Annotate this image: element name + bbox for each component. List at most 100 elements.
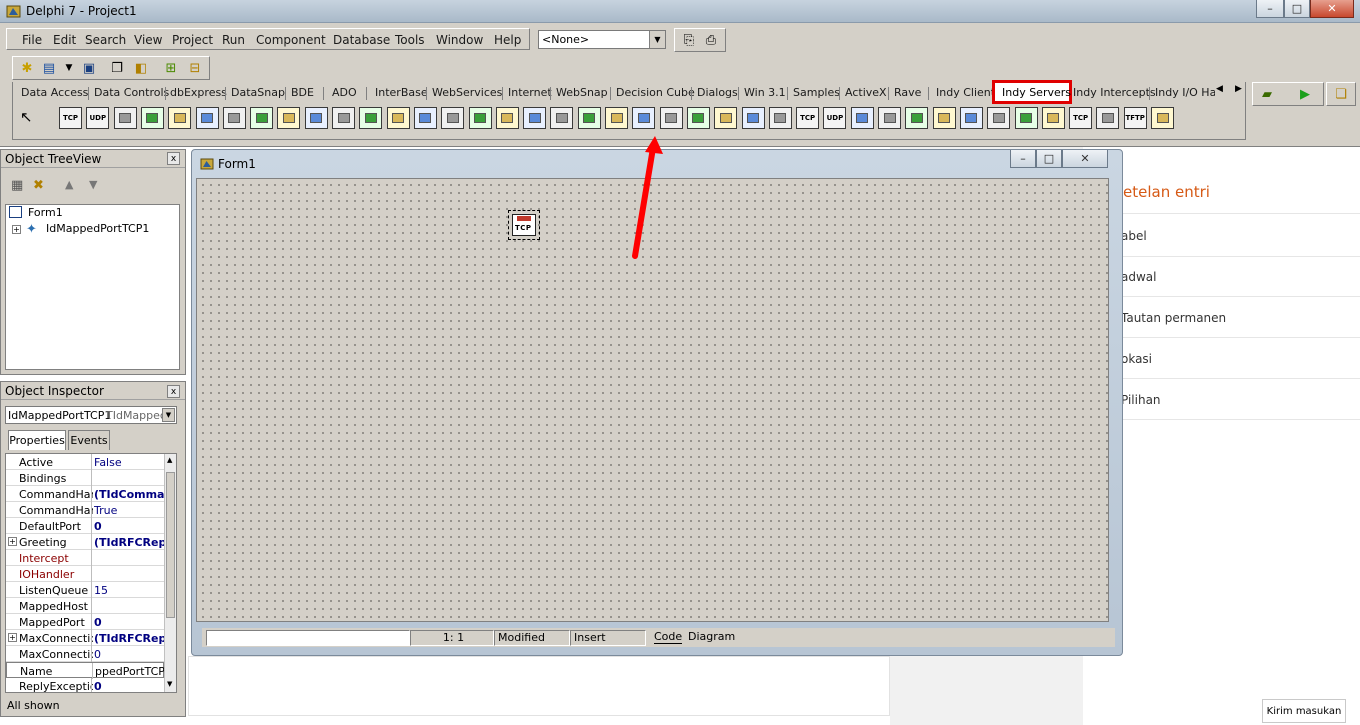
palette-component-icon[interactable]: UDP — [823, 107, 847, 129]
tree-node-form1[interactable]: Form1 — [28, 206, 63, 219]
expand-icon[interactable]: + — [12, 225, 21, 234]
tree-toolbar-icon[interactable]: ▦ — [11, 178, 23, 193]
save-desktop-icon[interactable]: ⎘ — [679, 31, 699, 49]
palette-component-icon[interactable] — [140, 107, 164, 129]
palette-component-icon[interactable]: TCP — [59, 107, 82, 129]
palette-tab-indy-servers[interactable]: Indy Servers — [992, 80, 1072, 104]
palette-component-icon[interactable] — [605, 107, 628, 129]
palette-component-icon[interactable] — [168, 107, 192, 129]
remove-file-icon[interactable]: ⊟ — [185, 59, 205, 77]
palette-tab-bde[interactable]: BDE — [291, 86, 314, 101]
web-item-options[interactable]: Pilihan — [1121, 393, 1161, 407]
tab-scroll-right-icon[interactable]: ▶ — [1235, 84, 1242, 94]
palette-component-icon[interactable]: TFTP — [1123, 107, 1147, 129]
property-row[interactable]: Active False — [6, 454, 164, 470]
menu-help[interactable]: Help — [494, 33, 521, 47]
palette-component-icon[interactable] — [932, 107, 956, 129]
web-item-location[interactable]: okasi — [1121, 352, 1152, 366]
palette-component-icon[interactable] — [413, 107, 437, 129]
tab-events[interactable]: Events — [68, 430, 110, 450]
palette-component-icon[interactable] — [959, 107, 983, 129]
open-icon[interactable]: ▤ — [39, 59, 59, 77]
palette-component-icon[interactable] — [277, 107, 301, 129]
menu-view[interactable]: View — [134, 33, 162, 47]
delete-icon[interactable]: ✖ — [33, 178, 44, 193]
property-row[interactable]: IOHandler — [6, 566, 164, 582]
arrow-down-icon[interactable]: ▼ — [89, 178, 97, 191]
open-dropdown-icon[interactable]: ▼ — [59, 59, 79, 77]
palette-component-icon[interactable] — [495, 107, 519, 129]
new-icon[interactable]: ✱ — [17, 59, 37, 77]
close-button[interactable]: ✕ — [1310, 0, 1354, 18]
menu-tools[interactable]: Tools — [395, 33, 425, 47]
pointer-tool-icon[interactable]: ↖ — [20, 108, 33, 126]
palette-tab-rave[interactable]: Rave — [894, 86, 921, 101]
palette-tab-interbase[interactable]: InterBase — [375, 86, 428, 101]
feedback-button[interactable]: Kirim masukan — [1262, 699, 1346, 723]
save-all-icon[interactable]: ❐ — [107, 59, 127, 77]
property-row[interactable]: MappedPort 0 — [6, 614, 164, 630]
minimize-button[interactable]: – — [1256, 0, 1284, 18]
scroll-down-icon[interactable]: ▼ — [167, 680, 172, 688]
palette-component-icon[interactable]: TCP — [1069, 107, 1093, 129]
expand-icon[interactable]: + — [8, 633, 17, 642]
palette-tab-datasnap[interactable]: DataSnap — [231, 86, 285, 101]
form-maximize-button[interactable]: □ — [1036, 150, 1062, 168]
palette-component-icon[interactable] — [850, 107, 874, 129]
palette-tab-indy-io-handlers[interactable]: Indy I/O Han — [1155, 86, 1215, 101]
run-icon[interactable]: ▶ — [1295, 85, 1315, 103]
web-item-label[interactable]: abel — [1121, 229, 1147, 243]
palette-component-icon[interactable] — [905, 107, 929, 129]
property-row[interactable]: ReplyException0 — [6, 678, 164, 692]
desktop-layout-combo[interactable]: <None> ▼ — [538, 30, 666, 49]
menu-window[interactable]: Window — [436, 33, 483, 47]
property-row[interactable]: DefaultPort 0 — [6, 518, 164, 534]
web-item-schedule[interactable]: adwal — [1121, 270, 1156, 284]
tree-node-idmappedporttcp1[interactable]: IdMappedPortTCP1 — [46, 222, 149, 235]
palette-component-icon[interactable] — [523, 107, 547, 129]
form-minimize-button[interactable]: – — [1010, 150, 1036, 168]
web-item-permalink[interactable]: Tautan permanen — [1121, 311, 1226, 325]
palette-component-icon[interactable]: UDP — [86, 107, 110, 129]
view-unit-icon[interactable]: ❏ — [1331, 85, 1351, 103]
menu-edit[interactable]: Edit — [53, 33, 76, 47]
palette-component-icon[interactable] — [332, 107, 355, 129]
chevron-down-icon[interactable]: ▼ — [162, 408, 175, 422]
component-selection[interactable]: TCP — [508, 210, 540, 240]
palette-component-icon[interactable] — [441, 107, 465, 129]
palette-tab-indy-intercepts[interactable]: Indy Intercepts — [1073, 86, 1156, 101]
arrow-up-icon[interactable]: ▲ — [65, 178, 73, 191]
object-selector-combo[interactable]: IdMappedPortTCP1 TIdMappec ▼ — [5, 406, 177, 424]
palette-component-icon[interactable] — [632, 107, 656, 129]
palette-component-icon[interactable] — [386, 107, 410, 129]
palette-component-icon[interactable] — [304, 107, 328, 129]
palette-component-icon[interactable] — [987, 107, 1011, 129]
menu-file[interactable]: File — [22, 33, 42, 47]
palette-component-icon[interactable] — [1014, 107, 1038, 129]
palette-tab-win31[interactable]: Win 3.1 — [744, 86, 786, 101]
palette-component-icon[interactable] — [359, 107, 383, 129]
maximize-button[interactable]: □ — [1284, 0, 1310, 18]
palette-component-icon[interactable] — [550, 107, 574, 129]
palette-component-icon[interactable] — [714, 107, 738, 129]
property-row[interactable]: + Greeting (TIdRFCRep — [6, 534, 164, 550]
property-row[interactable]: ListenQueue 15 — [6, 582, 164, 598]
palette-component-icon[interactable] — [468, 107, 492, 129]
palette-tab-websnap[interactable]: WebSnap — [556, 86, 608, 101]
property-row[interactable]: MaxConnection0 — [6, 646, 164, 662]
palette-tab-webservices[interactable]: WebServices — [432, 86, 502, 101]
close-icon[interactable]: x — [167, 385, 180, 398]
property-row[interactable]: Intercept — [6, 550, 164, 566]
palette-tab-dialogs[interactable]: Dialogs — [697, 86, 738, 101]
palette-component-icon[interactable] — [878, 107, 901, 129]
scroll-up-icon[interactable]: ▲ — [167, 456, 172, 464]
idmappedporttcp-component[interactable]: TCP — [512, 214, 536, 236]
palette-tab-dbexpress[interactable]: dbExpress — [170, 86, 227, 101]
palette-tab-ado[interactable]: ADO — [332, 86, 357, 101]
palette-component-icon[interactable] — [222, 107, 246, 129]
menu-run[interactable]: Run — [222, 33, 245, 47]
property-row[interactable]: CommandHancTrue — [6, 502, 164, 518]
palette-component-icon[interactable] — [250, 107, 274, 129]
palette-component-icon[interactable] — [577, 107, 601, 129]
palette-component-icon[interactable] — [768, 107, 792, 129]
